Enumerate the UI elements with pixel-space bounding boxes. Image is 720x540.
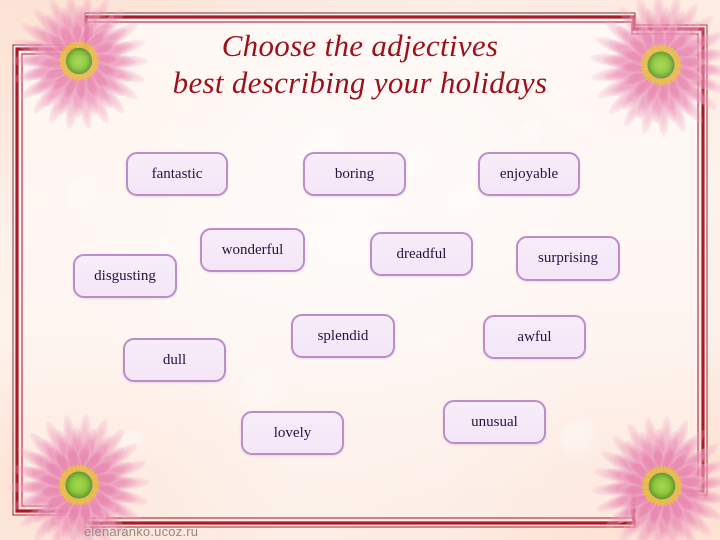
card-label: dull [162, 351, 187, 368]
card-lovely[interactable]: lovely [241, 411, 344, 455]
card-awful[interactable]: awful [483, 315, 586, 359]
card-label: enjoyable [499, 165, 559, 182]
card-label: disgusting [94, 267, 156, 284]
card-fantastic[interactable]: fantastic [126, 152, 228, 196]
bokeh-blob [560, 420, 600, 460]
card-label: boring [334, 165, 375, 182]
card-enjoyable[interactable]: enjoyable [478, 152, 580, 196]
card-label: splendid [317, 327, 369, 344]
card-label: awful [517, 328, 552, 345]
bokeh-blob [520, 120, 546, 146]
bokeh-blob [120, 430, 148, 458]
bokeh-blob [240, 370, 286, 416]
card-label: surprising [538, 250, 598, 266]
bokeh-blob [404, 150, 434, 180]
card-label: dreadful [396, 245, 447, 262]
page-title: Choose the adjectives best describing yo… [172, 28, 548, 100]
flower-bottom-left [1, 407, 157, 540]
card-label: unusual [471, 413, 518, 430]
bokeh-blob [66, 176, 110, 220]
card-label: lovely [273, 424, 312, 441]
card-disgusting[interactable]: disgusting [73, 254, 177, 298]
slide-canvas: Choose the adjectives best describing yo… [0, 0, 720, 540]
flower-bottom-right [579, 403, 720, 540]
watermark: elenaranko.ucoz.ru [84, 524, 199, 539]
card-surprising[interactable]: surprising [516, 236, 620, 281]
card-dull[interactable]: dull [123, 338, 226, 382]
bokeh-blob [420, 330, 454, 364]
card-unusual[interactable]: unusual [443, 400, 546, 444]
card-wonderful[interactable]: wonderful [200, 228, 305, 272]
card-boring[interactable]: boring [303, 152, 406, 196]
card-label: wonderful [221, 241, 284, 258]
card-splendid[interactable]: splendid [291, 314, 395, 358]
card-dreadful[interactable]: dreadful [370, 232, 473, 276]
card-label: fantastic [151, 165, 203, 182]
